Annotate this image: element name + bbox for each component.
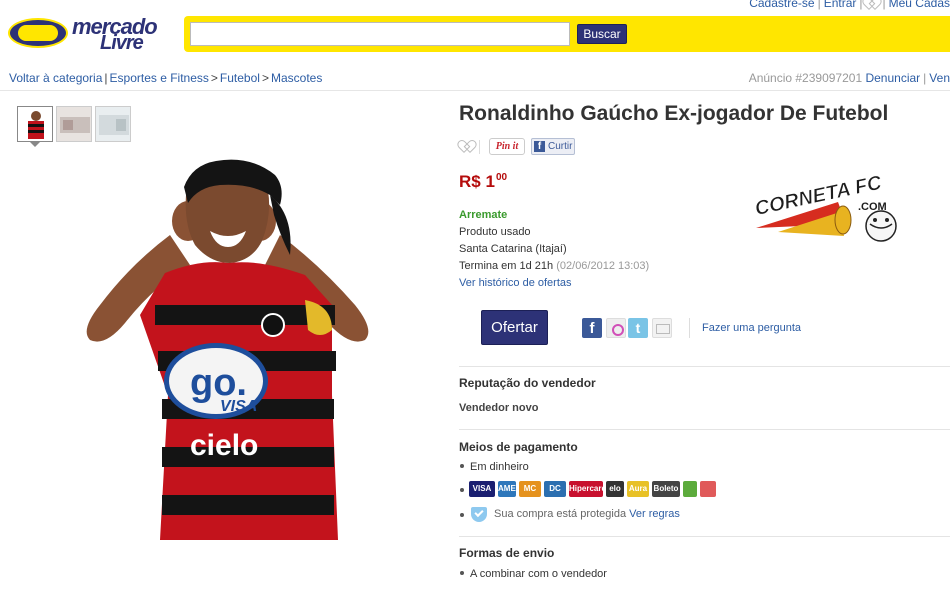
site-header: mercado Livre Buscar Cadastre-se | Entrar |… [0,0,950,62]
section-divider [459,366,950,367]
chevron-separator: > [261,71,269,85]
gallery-thumbnail[interactable] [56,106,92,142]
boleto-icon: Boleto [652,481,680,497]
listing-id: Anúncio #239097201 [748,71,863,85]
amex-icon: AMEX [498,481,521,497]
separator [689,318,690,338]
aura-icon: Aura [627,481,649,497]
page: mercado Livre Buscar Cadastre-se | Entrar |… [0,0,950,598]
search-bar: Buscar [184,16,950,52]
bullet [460,464,464,469]
separator: | [923,71,927,85]
facebook-share-icon[interactable]: f [582,318,602,338]
jersey-sponsor-cielo: cielo [190,429,258,462]
mastercard-icon: MC [519,481,541,497]
signup-link[interactable]: Cadastre-se [749,0,814,10]
section-divider [459,536,950,537]
payment-cash: Em dinheiro [459,461,529,473]
protection-text: Sua compra está protegida Ver regras [494,508,680,520]
listing-meta: Anúncio #239097201 Denunciar | Ven [749,71,950,85]
account-links: Cadastre-se | Entrar | | Meu Cadas [749,0,950,10]
product-location: Santa Catarina (Itajaí) [459,243,567,255]
view-rules-link[interactable]: Ver regras [629,508,680,520]
report-link[interactable]: Denunciar [865,71,920,85]
ask-question-link[interactable]: Fazer uma pergunta [702,322,801,334]
sell-link[interactable]: Ven [929,71,950,85]
bullet [460,488,464,492]
selected-thumbnail-pointer [30,142,40,147]
price-cents: 00 [495,172,508,183]
price: R$ 100 [459,172,507,192]
my-account-link[interactable]: Meu Cadas [889,0,950,10]
end-date: (02/06/2012 13:03) [556,260,650,272]
bank-icon [700,481,716,497]
sale-type: Arremate [459,209,508,221]
price-integer: 1 [485,172,495,191]
currency-symbol: R$ [459,172,481,191]
header-divider [0,90,950,91]
breadcrumb-item-sports[interactable]: Esportes e Fitness [110,71,209,85]
gallery-thumbnail[interactable] [95,106,131,142]
search-button[interactable]: Buscar [577,24,627,44]
diners-icon: DC [544,481,566,497]
make-offer-button[interactable]: Ofertar [481,310,548,345]
shield-check-icon [471,507,487,522]
pinterest-pin-button[interactable]: Pin it [489,138,525,155]
gallery-thumbnail[interactable] [17,106,53,142]
back-to-category-link[interactable]: Voltar à categoria [9,71,102,85]
favorite-heart-icon[interactable] [461,141,475,152]
offer-history-link[interactable]: Ver histórico de ofertas [459,277,572,289]
email-share-icon[interactable] [652,318,672,338]
auction-end: Termina em 1d 21h (02/06/2012 13:03) [459,260,649,272]
bullet [460,513,464,517]
mercadolivre-logo[interactable]: mercado Livre [8,12,168,54]
bradesco-icon [683,481,697,497]
separator: | [882,0,886,10]
logo-text-livre: Livre [100,32,144,54]
separator: | [104,71,108,85]
elo-icon: elo [606,481,624,497]
facebook-like-button[interactable]: f Curtir [531,138,575,155]
product-photo[interactable]: go. VISA cielo [70,155,380,547]
shipping-heading: Formas de envio [459,546,555,560]
time-remaining: Termina em 1d 21h [459,260,554,272]
seller-reputation-heading: Reputação do vendedor [459,376,596,390]
product-title: Ronaldinho Gaúcho Ex-jogador De Futebol [459,102,889,125]
bullet [460,571,464,576]
visa-icon: VISA [469,481,495,497]
breadcrumb-item-mascots[interactable]: Mascotes [271,71,322,85]
section-divider [459,429,950,430]
shipping-option: A combinar com o vendedor [459,568,607,580]
breadcrumb: Voltar à categoria | Esportes e Fitness > Fu… [9,71,322,85]
separator: | [817,0,821,10]
product-condition: Produto usado [459,226,531,238]
facebook-icon: f [534,141,545,152]
login-link[interactable]: Entrar [824,0,857,10]
separator [479,140,480,154]
jersey-sponsor-visa: VISA [220,398,257,415]
payment-methods-heading: Meios de pagamento [459,440,578,454]
breadcrumb-item-football[interactable]: Futebol [220,71,260,85]
handshake-shape [18,25,58,41]
chevron-separator: > [210,71,218,85]
payment-cash-label: Em dinheiro [470,461,529,473]
seller-reputation-value: Vendedor novo [459,402,539,414]
search-input[interactable] [190,22,570,46]
protection-label: Sua compra está protegida [494,508,627,520]
hipercard-icon: Hipercard [569,481,606,497]
shipping-option-label: A combinar com o vendedor [470,568,607,580]
like-label: Curtir [548,141,573,152]
orkut-share-icon[interactable] [606,318,626,338]
corneta-fc-logo: CORNETA FC .COM [753,171,897,242]
favorites-heart-icon[interactable] [866,0,880,9]
flamengo-jersey: go. VISA cielo [140,262,338,540]
twitter-share-icon[interactable]: t [628,318,648,338]
